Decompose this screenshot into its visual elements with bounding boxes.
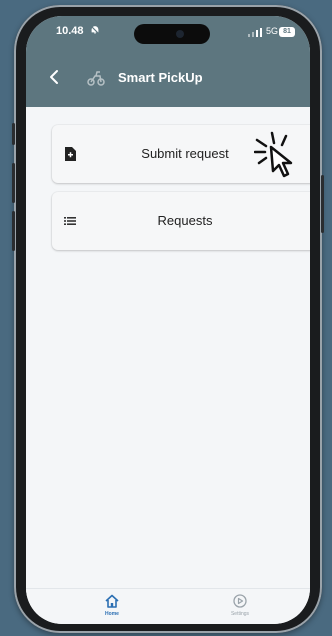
tab-home[interactable]: Home: [82, 593, 142, 617]
tab-settings-label: Settings: [230, 611, 250, 617]
requests-button[interactable]: Requests: [52, 192, 310, 250]
status-bar: 10.48 5G 81: [26, 22, 310, 44]
signal-icon: [248, 27, 264, 37]
battery-icon: 81: [279, 27, 295, 37]
network-label: 5G: [266, 26, 279, 36]
tab-settings[interactable]: Settings: [210, 593, 270, 617]
mute-switch: [12, 123, 15, 145]
bottom-nav: Home Settings: [26, 588, 310, 624]
dynamic-island: [134, 24, 210, 44]
submit-request-button[interactable]: Submit request: [52, 125, 310, 183]
chevron-left-icon[interactable]: [46, 68, 64, 86]
home-icon: [105, 594, 119, 608]
status-time: 10.48: [56, 25, 84, 37]
app-bar: Smart PickUp: [26, 60, 310, 94]
volume-down-button: [12, 211, 15, 251]
requests-label: Requests: [157, 213, 213, 228]
volume-up-button: [12, 163, 15, 203]
phone-frame: 10.48 5G 81 Smart PickUp Submit request …: [12, 5, 324, 633]
settings-icon: [233, 594, 247, 608]
scooter-logo-icon: [87, 71, 105, 86]
submit-request-label: Submit request: [141, 146, 229, 161]
screen: 10.48 5G 81 Smart PickUp Submit request …: [26, 16, 310, 624]
silent-bell-icon: [90, 25, 100, 37]
tab-home-label: Home: [105, 611, 119, 617]
page-title: Smart PickUp: [118, 70, 203, 85]
power-button: [321, 175, 324, 233]
header: 10.48 5G 81 Smart PickUp: [26, 16, 310, 107]
